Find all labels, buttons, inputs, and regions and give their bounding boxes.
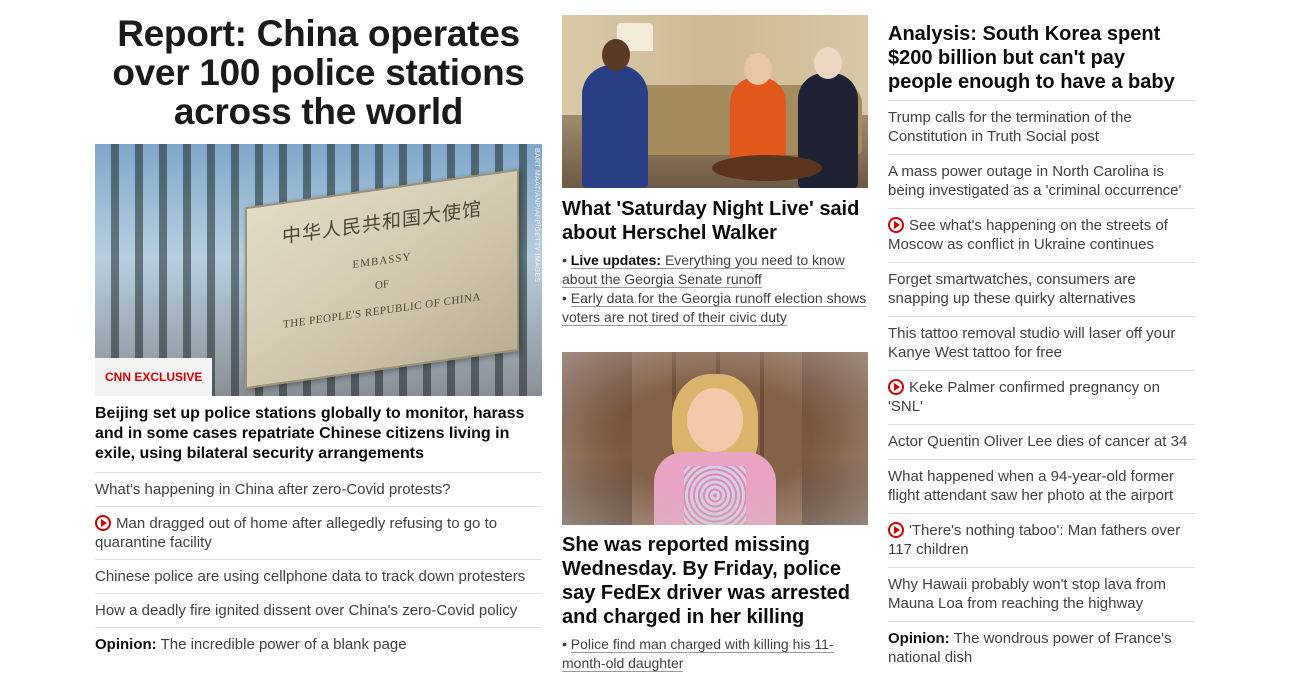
- opinion-label: Opinion:: [95, 636, 157, 653]
- snl-story-image[interactable]: [562, 15, 868, 188]
- list-item[interactable]: Actor Quentin Oliver Lee dies of cancer …: [888, 425, 1195, 460]
- live-updates-label: Live updates:: [570, 252, 662, 268]
- exclusive-tag: CNN EXCLUSIVE: [95, 358, 213, 396]
- list-item[interactable]: A mass power outage in North Carolina is…: [888, 155, 1195, 209]
- list-item[interactable]: What's happening in China after zero-Cov…: [95, 473, 542, 507]
- list-item-text: How a deadly fire ignited dissent over C…: [95, 602, 518, 619]
- list-item[interactable]: Trump calls for the termination of the C…: [888, 101, 1195, 155]
- lead-headline[interactable]: Report: China operates over 100 police s…: [95, 14, 542, 131]
- snl-headline[interactable]: What 'Saturday Night Live' said about He…: [562, 197, 868, 245]
- middle-column: What 'Saturday Night Live' said about He…: [562, 15, 868, 673]
- snl-related-links: • Live updates: Everything you need to k…: [562, 251, 868, 327]
- play-video-icon: [95, 515, 111, 531]
- image-credit: BART MAAT/ANP/AFP/GETTY IMAGES: [533, 148, 540, 283]
- embassy-sign: 中华人民共和国大使馆 EMBASSY OF THE PEOPLE'S REPUB…: [245, 168, 519, 390]
- play-video-icon: [888, 379, 904, 395]
- lead-story-image[interactable]: 中华人民共和国大使馆 EMBASSY OF THE PEOPLE'S REPUB…: [95, 144, 542, 396]
- list-item[interactable]: This tattoo removal studio will laser of…: [888, 317, 1195, 371]
- list-item[interactable]: Why Hawaii probably won't stop lava from…: [888, 568, 1195, 622]
- missing-girl-related-links: • Police find man charged with killing h…: [562, 635, 868, 673]
- opinion-item[interactable]: Opinion: The incredible power of a blank…: [95, 628, 542, 661]
- lead-story-column: Report: China operates over 100 police s…: [95, 0, 542, 661]
- list-item[interactable]: How a deadly fire ignited dissent over C…: [95, 594, 542, 628]
- list-item-text: What's happening in China after zero-Cov…: [95, 481, 451, 498]
- list-item[interactable]: See what's happening on the streets of M…: [888, 209, 1195, 263]
- list-item[interactable]: What happened when a 94-year-old former …: [888, 460, 1195, 514]
- play-video-icon: [888, 217, 904, 233]
- list-item[interactable]: Forget smartwatches, consumers are snapp…: [888, 263, 1195, 317]
- opinion-label: Opinion:: [888, 630, 950, 647]
- missing-girl-headline[interactable]: She was reported missing Wednesday. By F…: [562, 533, 868, 629]
- list-item-text: Man dragged out of home after allegedly …: [95, 515, 498, 551]
- opinion-text: The incredible power of a blank page: [160, 636, 407, 653]
- missing-girl-story-image[interactable]: [562, 352, 868, 525]
- related-link[interactable]: • Live updates: Everything you need to k…: [562, 251, 868, 289]
- list-item[interactable]: 'There's nothing taboo': Man fathers ove…: [888, 514, 1195, 568]
- lead-summary-link[interactable]: Beijing set up police stations globally …: [95, 404, 542, 473]
- list-item[interactable]: Chinese police are using cellphone data …: [95, 560, 542, 594]
- play-video-icon: [888, 522, 904, 538]
- related-link[interactable]: • Early data for the Georgia runoff elec…: [562, 289, 868, 327]
- right-column: Analysis: South Korea spent $200 billion…: [888, 22, 1195, 675]
- related-link[interactable]: • Police find man charged with killing h…: [562, 635, 868, 673]
- list-item-text: Chinese police are using cellphone data …: [95, 568, 526, 585]
- opinion-item[interactable]: Opinion: The wondrous power of France's …: [888, 622, 1195, 675]
- analysis-headline[interactable]: Analysis: South Korea spent $200 billion…: [888, 22, 1195, 101]
- list-item[interactable]: Keke Palmer confirmed pregnancy on 'SNL': [888, 371, 1195, 425]
- list-item[interactable]: Man dragged out of home after allegedly …: [95, 507, 542, 560]
